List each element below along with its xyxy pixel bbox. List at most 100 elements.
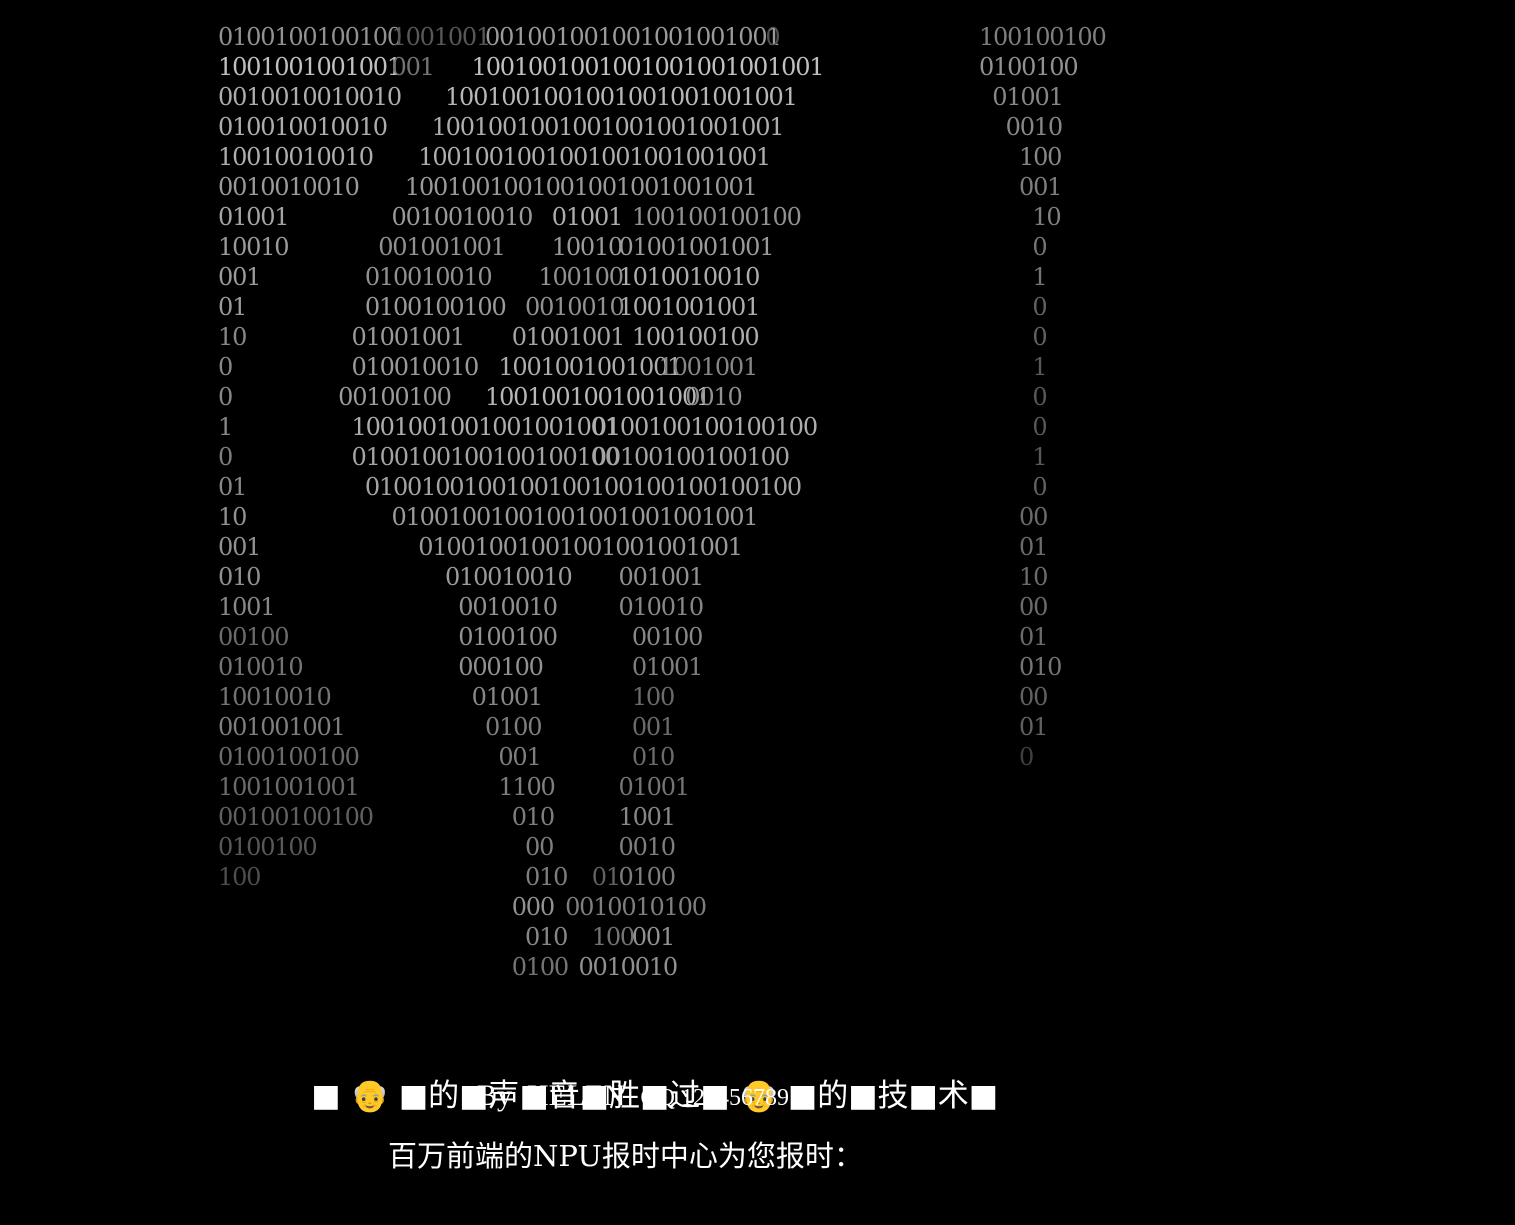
ascii-art-segment: 0010010	[525, 293, 625, 321]
ascii-art-segment: 001	[391, 53, 435, 81]
ascii-art-segment: 001001	[618, 563, 705, 591]
ascii-art-segment: 00100100	[338, 383, 452, 411]
ascii-art-segment: 0010010	[458, 593, 558, 621]
ascii-art-segment: 01001	[218, 203, 290, 231]
ascii-art-segment: 01001	[992, 83, 1064, 111]
ascii-art-line: 10010 001001001 10010 01001001001 0	[218, 232, 1078, 262]
ascii-art-segment: 00	[1019, 593, 1048, 621]
ascii-art-line: 1001001001001 001 100100100100100100100100…	[218, 52, 1079, 82]
ascii-art-segment: 010010010	[351, 353, 480, 381]
ascii-art-line: 0100100100100 1001001 00100100100100100100…	[218, 22, 1107, 52]
ascii-art-segment: 010010	[618, 593, 705, 621]
ascii-art-segment: 010	[525, 863, 568, 891]
ascii-art-segment: 1001	[218, 593, 275, 621]
ascii-art-segment: 1001	[618, 803, 676, 831]
ascii-art-segment: 0100100100100100100	[351, 443, 621, 471]
byline: By HELEN QQ 123456789	[0, 1078, 1266, 1116]
ascii-art-segment: 01	[1019, 533, 1048, 561]
ascii-art-segment: 1001001001001001	[485, 383, 711, 411]
ascii-art-segment: 1001001001001	[218, 53, 402, 81]
ascii-art-segment: 00	[1019, 503, 1048, 531]
ascii-art-segment: 100100100	[978, 23, 1107, 51]
ascii-art-line: 010010 000100 01001 010	[218, 652, 1078, 682]
ascii-art-segment: 0010	[685, 383, 742, 411]
ascii-art-segment: 01001001001001001001001	[418, 533, 743, 561]
ascii-art-segment: 010010010	[364, 263, 493, 291]
ascii-art-segment: 01001001001001001001001001	[391, 503, 759, 531]
ascii-art-segment: 10010010010	[218, 143, 374, 171]
ascii-art-segment: 1001001001001	[498, 353, 682, 381]
ascii-art-segment: 1100	[498, 773, 555, 801]
ascii-art-line: 010 010010010 001001 10	[218, 562, 1078, 592]
ascii-art-line: 0100 0010010	[218, 952, 1078, 982]
ascii-art-segment: 1001001001001001001	[351, 413, 621, 441]
ascii-art-segment: 00100100100	[218, 803, 374, 831]
ascii-art-segment: 1	[1032, 263, 1047, 291]
ascii-art-segment: 0	[218, 443, 233, 471]
ascii-art-segment: 010	[218, 563, 261, 591]
ascii-art-line: 1001001001 1100 01001	[218, 772, 1078, 802]
ascii-art-line: 1001 0010010 010010 00	[218, 592, 1078, 622]
ascii-art-line: 0010010010 1001001001001001001001001 001	[218, 172, 1078, 202]
ascii-art-line: 0 010010010 1001001001001 1001001 1	[218, 352, 1078, 382]
ascii-art-segment: 0010	[618, 833, 676, 861]
ascii-art-segment: 0	[1019, 743, 1034, 771]
ascii-art-line: 10010010 01001 100 00	[218, 682, 1078, 712]
ascii-art-segment: 10010	[551, 233, 624, 261]
ascii-art-segment: 001001001	[218, 713, 346, 741]
ascii-art-segment: 010	[525, 923, 568, 951]
ascii-art-line: 0100100 00 0010	[218, 832, 1078, 862]
ascii-art-line: 100 010 01 0100	[218, 862, 1078, 892]
ascii-art-segment: 1	[1032, 443, 1047, 471]
ascii-art-segment: 100100	[538, 263, 624, 291]
ascii-art-segment: 0100	[618, 863, 676, 891]
ascii-art-line: 001 010010010 100100 1010010010 1	[218, 262, 1078, 292]
ascii-art-segment: 0010010	[578, 953, 678, 981]
ascii-art-segment: 010010010010	[218, 113, 388, 141]
ascii-art-segment: 100	[591, 923, 635, 951]
ascii-art-segment: 0	[765, 23, 780, 51]
ascii-art-segment: 01	[218, 473, 247, 501]
ascii-art-segment: 1010010010	[618, 263, 761, 291]
ascii-art-segment: 01001	[618, 773, 691, 801]
ascii-art-line: 0 00100100 1001001001001001 0010 0	[218, 382, 1078, 412]
ascii-art-segment: 10010010	[218, 683, 332, 711]
ascii-art-segment: 0100100	[218, 833, 318, 861]
ascii-art-line: 01001 0010010010 01001 100100100100 10	[218, 202, 1078, 232]
ascii-art-segment: 01001	[471, 683, 544, 711]
ascii-art-segment: 001	[498, 743, 541, 771]
ascii-art-segment: 010	[631, 743, 675, 771]
ascii-art-segment: 000100	[458, 653, 544, 681]
ascii-art-segment: 01001001001	[618, 233, 775, 261]
author-label: By HELEN	[477, 1079, 641, 1112]
ascii-art-segment: 10	[1019, 563, 1048, 591]
page: 0100100100100 1001001 00100100100100100100…	[0, 0, 1515, 1225]
ascii-art-line: 000 0010010100	[218, 892, 1078, 922]
ascii-art-segment: 1001001001	[618, 293, 761, 321]
ascii-art-segment: 1001001001	[218, 773, 360, 801]
ascii-art-segment: 00	[1019, 683, 1048, 711]
ascii-art-segment: 0	[1032, 413, 1047, 441]
ascii-art-segment: 001	[218, 533, 261, 561]
ascii-art-line: 01 0100100100100100100100100100100 0	[218, 472, 1078, 502]
ascii-art-segment: 01	[1019, 713, 1048, 741]
ascii-art-segment: 100	[218, 863, 261, 891]
ascii-art-segment: 100100100100	[631, 203, 802, 231]
ascii-art-segment: 00100	[218, 623, 290, 651]
ascii-art-segment: 0010010010010	[218, 83, 402, 111]
ascii-art-segment: 0100	[511, 953, 569, 981]
ascii-art-segment: 100	[1019, 143, 1062, 171]
ascii-art-segment: 0100100	[458, 623, 558, 651]
ascii-art-segment: 0	[1032, 383, 1047, 411]
ascii-art-segment: 0	[1032, 323, 1047, 351]
ascii-art-line: 10 01001001 01001001 100100100 0	[218, 322, 1078, 352]
ascii-art-segment: 0	[218, 353, 233, 381]
ascii-art-segment: 1001001001001001001001001	[404, 173, 758, 201]
ascii-art-segment: 1001001001001001001001001	[431, 113, 785, 141]
ascii-art-segment: 001	[631, 713, 675, 741]
ascii-art-segment: 10	[218, 323, 247, 351]
ascii-art-segment: 0100100100	[218, 743, 360, 771]
ascii-art-line: 0010010010010 1001001001001001001001001 01…	[218, 82, 1078, 112]
ascii-art-line: 010010010010 1001001001001001001001001 001…	[218, 112, 1078, 142]
ascii-art-segment: 01	[218, 293, 247, 321]
